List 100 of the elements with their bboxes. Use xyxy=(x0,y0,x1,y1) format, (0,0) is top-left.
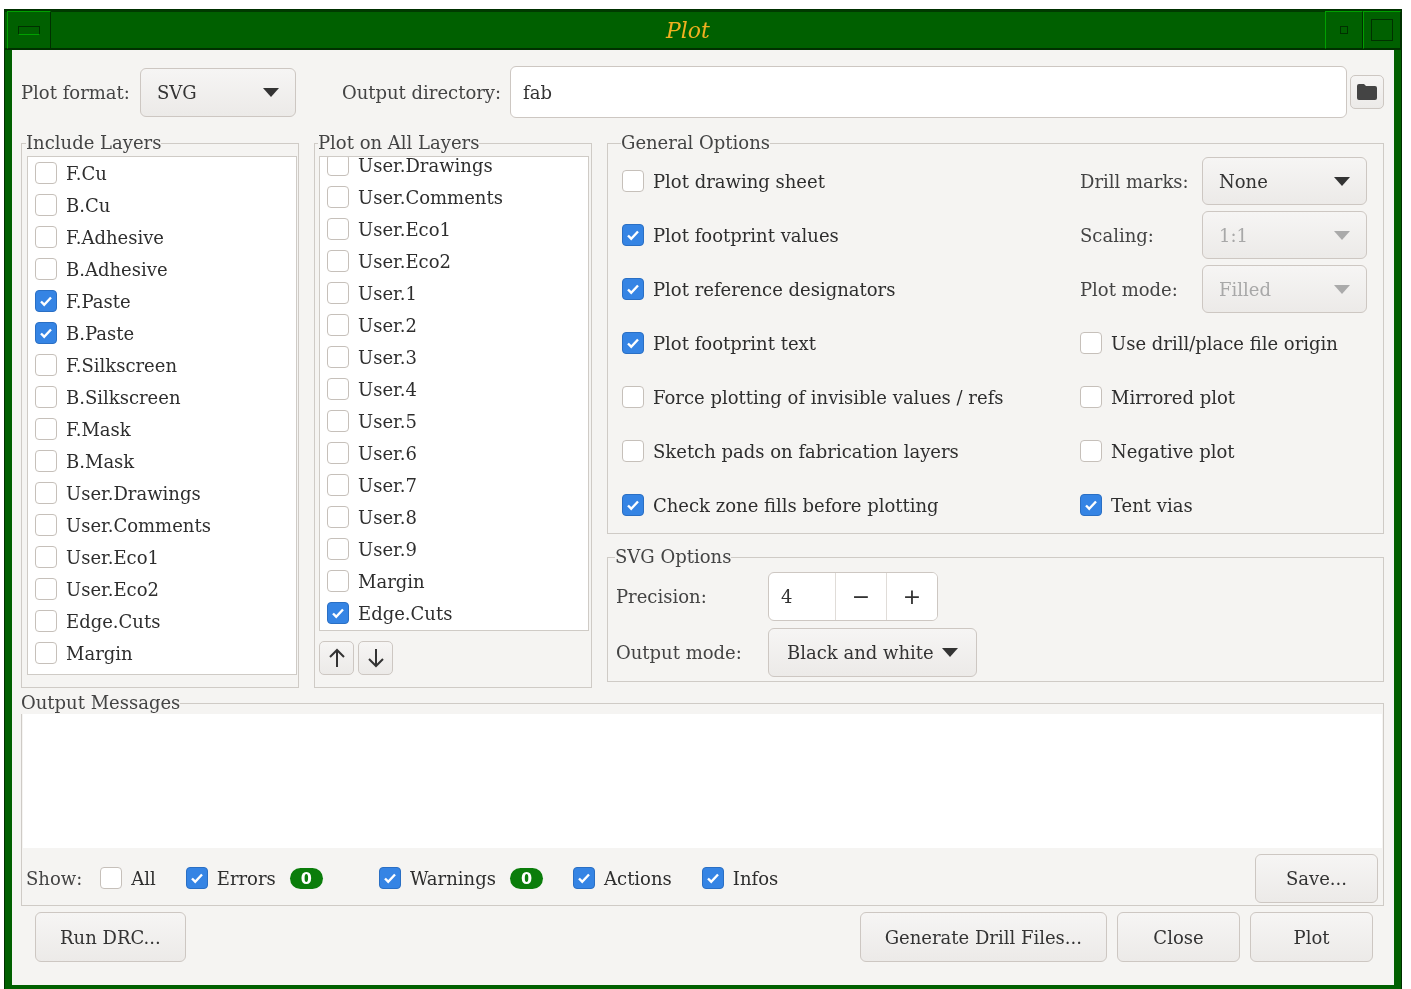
move-up-button[interactable] xyxy=(319,641,354,675)
checkbox[interactable] xyxy=(1080,494,1102,516)
caret-icon xyxy=(941,647,958,657)
minimize-button[interactable] xyxy=(1325,11,1363,49)
checkbox[interactable] xyxy=(327,538,349,560)
checkbox[interactable] xyxy=(35,322,57,344)
checkbox[interactable] xyxy=(622,278,644,300)
dialog-button[interactable]: Generate Drill Files... xyxy=(859,912,1107,962)
checkbox[interactable] xyxy=(1080,386,1102,408)
layer-name: User.9 xyxy=(358,538,417,560)
precision-spinbox[interactable]: 4 − + xyxy=(768,571,938,621)
panel-title: SVG Options xyxy=(615,546,732,568)
layer-name: User.Drawings xyxy=(66,482,201,504)
checkbox[interactable] xyxy=(35,578,57,600)
checkbox[interactable] xyxy=(622,440,644,462)
run-drc-button[interactable]: Run DRC... xyxy=(35,912,186,962)
checkbox[interactable] xyxy=(573,867,596,889)
checkbox[interactable] xyxy=(35,258,57,280)
checkbox[interactable] xyxy=(327,282,349,304)
caret-icon xyxy=(1334,230,1350,240)
checkbox-label: Plot drawing sheet xyxy=(653,170,825,192)
window-title: Plot xyxy=(664,17,711,43)
checkbox[interactable] xyxy=(622,170,644,192)
checkbox[interactable] xyxy=(35,642,57,664)
option-label: Plot mode: xyxy=(1080,278,1179,300)
checkbox[interactable] xyxy=(327,157,349,176)
checkbox[interactable] xyxy=(622,494,644,516)
checkbox[interactable] xyxy=(327,474,349,496)
checkbox-label: Mirrored plot xyxy=(1111,386,1236,408)
panel-title: Plot on All Layers xyxy=(318,132,480,154)
checkbox-label: Use drill/place file origin xyxy=(1111,332,1338,354)
layer-name: F.Mask xyxy=(66,418,131,440)
dialog-button[interactable]: Close xyxy=(1117,912,1240,962)
checkbox[interactable] xyxy=(35,290,57,312)
move-down-button[interactable] xyxy=(358,641,393,675)
checkbox[interactable] xyxy=(35,386,57,408)
checkbox[interactable] xyxy=(327,378,349,400)
layer-name: F.Cu xyxy=(66,162,107,184)
dialog-button[interactable]: Plot xyxy=(1250,912,1373,962)
layer-name: F.Paste xyxy=(66,290,131,312)
checkbox[interactable] xyxy=(327,250,349,272)
checkbox[interactable] xyxy=(35,194,57,216)
checkbox[interactable] xyxy=(378,867,401,889)
increment-button[interactable]: + xyxy=(886,572,937,620)
checkbox[interactable] xyxy=(35,354,57,376)
checkbox[interactable] xyxy=(622,332,644,354)
checkbox[interactable] xyxy=(35,610,57,632)
layer-name: B.Silkscreen xyxy=(66,386,181,408)
checkbox-label: Sketch pads on fabrication layers xyxy=(653,440,959,462)
caret-icon xyxy=(1334,284,1350,294)
checkbox[interactable] xyxy=(35,450,57,472)
caret-icon xyxy=(262,87,279,97)
checkbox[interactable] xyxy=(35,162,57,184)
save-button[interactable]: Save... xyxy=(1255,853,1378,903)
checkbox[interactable] xyxy=(327,218,349,240)
checkbox[interactable] xyxy=(35,482,57,504)
checkbox[interactable] xyxy=(1080,332,1102,354)
checkbox[interactable] xyxy=(35,418,57,440)
panel-title: Output Messages xyxy=(21,692,181,714)
option-dropdown[interactable]: None xyxy=(1202,157,1367,205)
layer-name: User.Eco2 xyxy=(66,578,159,600)
arrow-down-icon xyxy=(367,648,384,668)
checkbox[interactable] xyxy=(327,186,349,208)
checkbox[interactable] xyxy=(35,226,57,248)
checkbox[interactable] xyxy=(327,410,349,432)
maximize-button[interactable] xyxy=(1363,11,1401,49)
window-menu-button[interactable] xyxy=(7,11,51,49)
plot-format-dropdown[interactable]: SVG xyxy=(139,67,296,117)
checkbox[interactable] xyxy=(622,386,644,408)
checkbox-label: Force plotting of invisible values / refs xyxy=(653,386,1004,408)
checkbox[interactable] xyxy=(327,346,349,368)
layer-name: B.Cu xyxy=(66,194,111,216)
checkbox-label: Warnings xyxy=(409,867,496,889)
layer-name: User.1 xyxy=(358,282,417,304)
checkbox[interactable] xyxy=(100,867,123,889)
option-label: Drill marks: xyxy=(1080,170,1190,192)
output-mode-dropdown[interactable]: Black and white xyxy=(768,627,977,677)
checkbox[interactable] xyxy=(327,602,349,624)
checkbox[interactable] xyxy=(35,546,57,568)
layer-name: F.Adhesive xyxy=(66,226,164,248)
browse-button[interactable] xyxy=(1350,75,1384,109)
checkbox-label: Tent vias xyxy=(1111,494,1193,516)
checkbox[interactable] xyxy=(35,514,57,536)
layer-name: User.Eco1 xyxy=(66,546,159,568)
layer-name: User.4 xyxy=(358,378,417,400)
panel-title: Include Layers xyxy=(26,132,162,154)
checkbox[interactable] xyxy=(1080,440,1102,462)
checkbox[interactable] xyxy=(327,314,349,336)
checkbox[interactable] xyxy=(701,867,724,889)
layer-name: User.5 xyxy=(358,410,417,432)
checkbox-label: All xyxy=(131,867,156,889)
checkbox[interactable] xyxy=(327,570,349,592)
checkbox[interactable] xyxy=(622,224,644,246)
output-directory-field[interactable]: fab xyxy=(510,66,1347,118)
checkbox[interactable] xyxy=(327,506,349,528)
layer-name: User.6 xyxy=(358,442,417,464)
checkbox[interactable] xyxy=(185,867,208,889)
checkbox[interactable] xyxy=(327,442,349,464)
checkbox-label: Plot reference designators xyxy=(653,278,896,300)
checkbox-label: Infos xyxy=(732,867,779,889)
